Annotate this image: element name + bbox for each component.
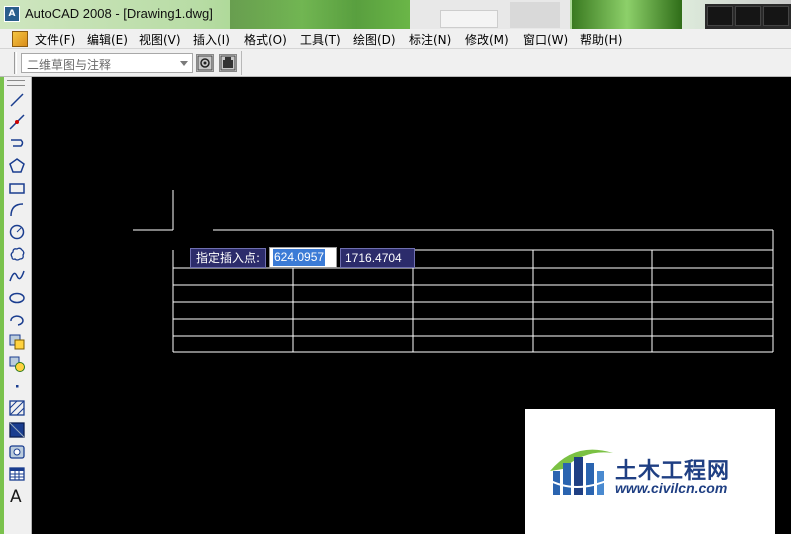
menu-modify[interactable]: 修改(M) [465, 31, 509, 48]
rectangle-icon [9, 183, 25, 194]
spline-button[interactable] [8, 267, 26, 285]
window-title: AutoCAD 2008 - [Drawing1.dwg] [25, 6, 213, 21]
circle-button[interactable] [8, 223, 26, 241]
menu-edit[interactable]: 编辑(E) [87, 31, 128, 48]
background-window-strip [572, 0, 682, 29]
multiline-text-icon: A [10, 487, 22, 506]
gradient-icon [9, 422, 25, 438]
autocad-app-icon[interactable]: A [4, 6, 20, 22]
menu-format[interactable]: 格式(O) [244, 31, 287, 48]
rectangle-button[interactable] [8, 179, 26, 197]
ellipse-button[interactable] [8, 289, 26, 307]
point-button[interactable] [8, 377, 26, 395]
line-icon [10, 93, 24, 107]
workspaces-toolbar: 二维草图与注释 [0, 49, 791, 77]
menu-dimension[interactable]: 标注(N) [409, 31, 451, 48]
make-block-icon [9, 356, 25, 372]
my-workspace-icon [220, 55, 236, 71]
menu-draw[interactable]: 绘图(D) [353, 31, 396, 48]
arc-icon [10, 203, 24, 217]
watermark: 土木工程网 www.civilcn.com [525, 409, 775, 534]
svg-text:A: A [10, 487, 22, 506]
dynamic-input-prompt: 指定插入点: [190, 248, 267, 268]
point-icon [16, 385, 19, 388]
gradient-button[interactable] [8, 421, 26, 439]
insert-block-icon [9, 334, 25, 350]
menu-tools[interactable]: 工具(T) [300, 31, 341, 48]
region-button[interactable] [8, 443, 26, 461]
dynamic-input-y-field[interactable]: 1716.4704 [340, 248, 415, 268]
background-window-strip [410, 0, 570, 29]
polyline-icon [11, 139, 24, 147]
polygon-button[interactable] [8, 157, 26, 175]
region-icon [9, 445, 25, 459]
menu-insert[interactable]: 插入(I) [193, 31, 230, 48]
ellipse-arc-button[interactable] [8, 311, 26, 329]
insert-block-button[interactable] [8, 333, 26, 351]
ellipse-icon [9, 292, 25, 304]
background-window-strip [0, 77, 4, 534]
table-icon [9, 467, 25, 481]
multiline-text-button[interactable]: A [8, 486, 26, 506]
background-window-strip [230, 0, 410, 29]
menu-help[interactable]: 帮助(H) [580, 31, 622, 48]
make-block-button[interactable] [8, 355, 26, 373]
toolbar-grip[interactable] [14, 52, 17, 74]
circle-icon [9, 224, 25, 240]
dynamic-input-x-value: 624.0957 [273, 249, 326, 266]
workspace-settings-icon [197, 55, 213, 71]
construction-line-button[interactable] [8, 113, 26, 131]
window-controls [705, 4, 791, 29]
revision-cloud-button[interactable] [8, 245, 26, 263]
menu-bar: 文件(F) 编辑(E) 视图(V) 插入(I) 格式(O) 工具(T) 绘图(D… [0, 29, 791, 49]
watermark-url: www.civilcn.com [615, 480, 728, 496]
polyline-button[interactable] [8, 135, 26, 153]
menu-view[interactable]: 视图(V) [139, 31, 181, 48]
draw-toolbar: A [0, 77, 32, 534]
toolbar-grip[interactable] [7, 80, 25, 86]
hatch-icon [9, 400, 25, 416]
ellipse-arc-icon [10, 315, 24, 326]
workspace-select[interactable]: 二维草图与注释 [21, 53, 193, 73]
menu-window[interactable]: 窗口(W) [523, 31, 568, 48]
my-workspace-button[interactable] [219, 54, 237, 72]
document-menu-icon[interactable] [12, 31, 28, 47]
polygon-icon [9, 158, 25, 173]
revision-cloud-icon [10, 247, 25, 261]
title-bar[interactable]: A AutoCAD 2008 - [Drawing1.dwg] [0, 0, 791, 29]
construction-line-icon [9, 114, 25, 130]
workspace-select-value: 二维草图与注释 [27, 58, 112, 72]
arc-button[interactable] [8, 201, 26, 219]
toolbar-separator [241, 51, 242, 75]
dynamic-input-x-field[interactable]: 624.0957 [269, 247, 337, 268]
chevron-down-icon[interactable] [180, 61, 188, 66]
line-button[interactable] [8, 91, 26, 109]
civilcn-logo-icon [546, 449, 613, 495]
workspace-settings-button[interactable] [196, 54, 214, 72]
menu-file[interactable]: 文件(F) [35, 31, 75, 48]
hatch-button[interactable] [8, 399, 26, 417]
spline-icon [9, 270, 25, 282]
table-button[interactable] [8, 465, 26, 483]
